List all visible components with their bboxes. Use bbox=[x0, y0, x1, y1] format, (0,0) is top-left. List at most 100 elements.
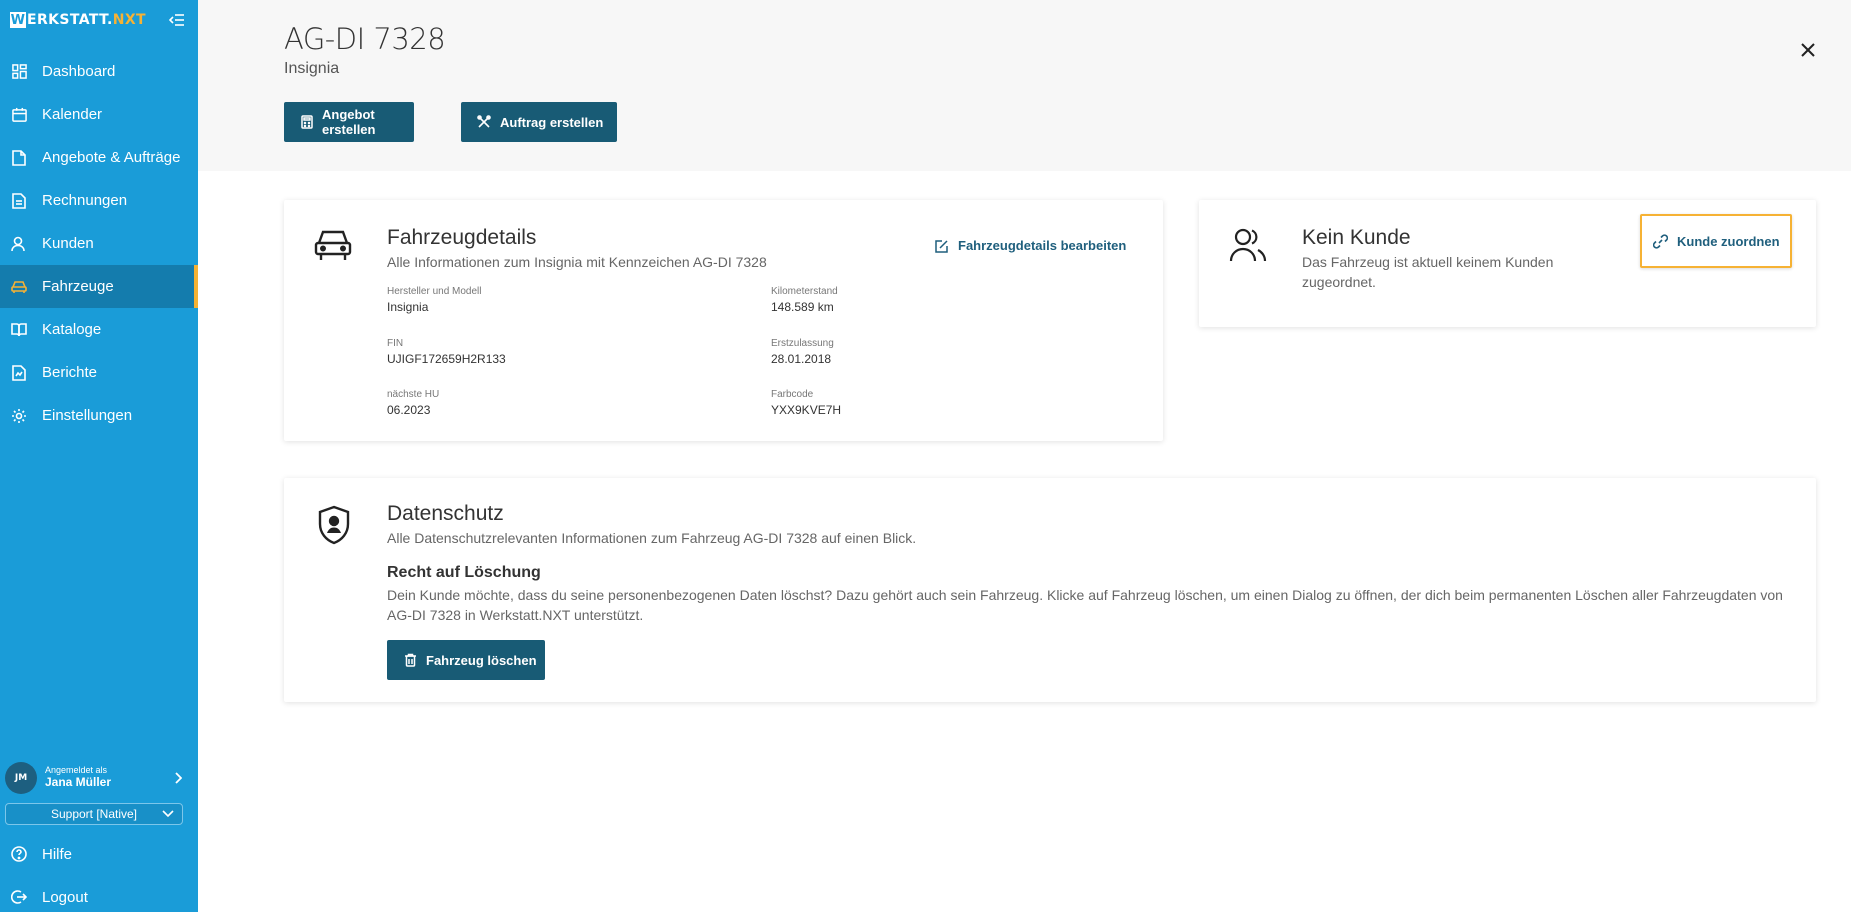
field-value: 06.2023 bbox=[387, 403, 431, 417]
chevron-right-icon bbox=[174, 769, 183, 788]
report-icon bbox=[11, 364, 27, 381]
create-order-label: Auftrag erstellen bbox=[500, 114, 604, 130]
sidebar-item-dashboard[interactable]: Dashboard bbox=[0, 50, 198, 93]
vehicle-details-card: Fahrzeugdetails Alle Informationen zum I… bbox=[284, 200, 1163, 441]
assign-customer-label: Kunde zuordnen bbox=[1677, 233, 1780, 249]
logo-row: W ERKSTATT. NXT bbox=[0, 0, 198, 40]
user-name: Jana Müller bbox=[45, 775, 112, 790]
sidebar-item-label: Berichte bbox=[42, 364, 98, 381]
create-offer-button[interactable]: Angebot erstellen bbox=[284, 102, 414, 142]
logo-w: W bbox=[10, 12, 26, 28]
sidebar-item-label: Fahrzeuge bbox=[42, 278, 114, 295]
dashboard-icon bbox=[11, 64, 27, 80]
sidebar-item-fahrzeuge[interactable]: Fahrzeuge bbox=[0, 265, 198, 308]
edit-vehicle-link[interactable]: Fahrzeugdetails bearbeiten bbox=[935, 238, 1126, 253]
customer-subtitle-line2: zugeordnet. bbox=[1302, 274, 1376, 290]
sidebar-item-label: Kalender bbox=[42, 106, 103, 123]
field-value: UJIGF172659H2R133 bbox=[387, 352, 506, 366]
privacy-card-subtitle: Alle Datenschutzrelevanten Informationen… bbox=[387, 530, 917, 546]
chevron-down-icon bbox=[162, 807, 174, 821]
sidebar-nav: Dashboard Kalender Angebote & Aufträge R… bbox=[0, 50, 198, 437]
calendar-icon bbox=[11, 107, 27, 123]
car-icon bbox=[11, 279, 27, 295]
privacy-card: Datenschutz Alle Datenschutzrelevanten I… bbox=[284, 478, 1816, 702]
user-icon bbox=[11, 236, 27, 252]
field-label: Erstzulassung bbox=[771, 338, 834, 349]
customer-subtitle-line1: Das Fahrzeug ist aktuell keinem Kunden bbox=[1302, 254, 1554, 270]
field-mileage: Kilometerstand 148.589 km bbox=[771, 286, 838, 314]
delete-vehicle-label: Fahrzeug löschen bbox=[426, 652, 537, 668]
app-logo: W ERKSTATT. NXT bbox=[10, 12, 146, 28]
sidebar-item-kataloge[interactable]: Kataloge bbox=[0, 308, 198, 351]
sidebar-item-label: Angebote & Aufträge bbox=[42, 149, 181, 166]
field-label: Farbcode bbox=[771, 389, 814, 400]
avatar: JM bbox=[5, 762, 37, 794]
document-icon bbox=[11, 149, 27, 166]
sidebar-item-berichte[interactable]: Berichte bbox=[0, 351, 198, 394]
field-vin: FIN UJIGF172659H2R133 bbox=[387, 338, 506, 366]
help-icon bbox=[11, 846, 27, 862]
logo-accent: NXT bbox=[112, 12, 146, 28]
field-first-registration: Erstzulassung 28.01.2018 bbox=[771, 338, 834, 366]
help-link[interactable]: Hilfe bbox=[0, 834, 198, 874]
page-header: AG-DI 7328 Insignia Angebot erstellen Au… bbox=[198, 0, 1851, 171]
user-info: Angemeldet als Jana Müller bbox=[45, 766, 111, 789]
invoice-icon bbox=[11, 192, 27, 209]
sidebar-item-kunden[interactable]: Kunden bbox=[0, 222, 198, 265]
logout-icon bbox=[11, 889, 27, 905]
create-order-button[interactable]: Auftrag erstellen bbox=[461, 102, 617, 142]
edit-icon bbox=[935, 239, 949, 253]
sidebar-item-label: Kataloge bbox=[42, 321, 102, 338]
customer-card-title: Kein Kunde bbox=[1302, 226, 1411, 249]
sidebar: W ERKSTATT. NXT Dashboard Kalender Angeb… bbox=[0, 0, 198, 912]
close-icon[interactable] bbox=[1798, 40, 1818, 60]
logout-link[interactable]: Logout bbox=[0, 877, 198, 912]
shield-user-icon bbox=[317, 505, 351, 549]
delete-vehicle-button[interactable]: Fahrzeug löschen bbox=[387, 640, 545, 680]
logout-label: Logout bbox=[42, 888, 88, 906]
collapse-sidebar-icon[interactable] bbox=[166, 9, 188, 31]
create-offer-label: Angebot erstellen bbox=[322, 107, 376, 137]
car-icon bbox=[314, 228, 352, 266]
field-manufacturer-model: Hersteller und Modell Insignia bbox=[387, 286, 482, 314]
privacy-section-text: Dein Kunde möchte, dass du seine persone… bbox=[387, 587, 1783, 623]
field-value: 148.589 km bbox=[771, 300, 834, 314]
field-value: 28.01.2018 bbox=[771, 352, 832, 366]
privacy-section-heading: Recht auf Löschung bbox=[387, 564, 541, 581]
support-select[interactable]: Support [Native] bbox=[5, 803, 183, 825]
edit-vehicle-label: Fahrzeugdetails bearbeiten bbox=[958, 238, 1127, 253]
field-label: nächste HU bbox=[387, 389, 440, 400]
vehicle-card-subtitle: Alle Informationen zum Insignia mit Kenn… bbox=[387, 254, 767, 270]
sidebar-item-rechnungen[interactable]: Rechnungen bbox=[0, 179, 198, 222]
vehicle-card-title: Fahrzeugdetails bbox=[387, 226, 537, 249]
field-value: Insignia bbox=[387, 300, 429, 314]
sidebar-item-label: Kunden bbox=[42, 235, 94, 252]
sidebar-item-label: Rechnungen bbox=[42, 192, 128, 209]
sidebar-item-label: Dashboard bbox=[42, 63, 116, 80]
page-title: AG-DI 7328 bbox=[284, 22, 446, 56]
link-icon bbox=[1653, 233, 1668, 249]
users-icon bbox=[1229, 226, 1267, 270]
field-label: Hersteller und Modell bbox=[387, 286, 482, 297]
trash-icon bbox=[404, 653, 417, 667]
field-value: YXX9KVE7H bbox=[771, 403, 842, 417]
user-menu[interactable]: JM Angemeldet als Jana Müller bbox=[0, 757, 198, 799]
sidebar-item-angebote[interactable]: Angebote & Aufträge bbox=[0, 136, 198, 179]
support-select-value: Support [Native] bbox=[50, 807, 138, 821]
gear-icon bbox=[11, 408, 27, 424]
customer-card-subtitle: Das Fahrzeug ist aktuell keinem Kunden z… bbox=[1302, 252, 1553, 292]
page-subtitle: Insignia bbox=[284, 60, 340, 77]
tools-icon bbox=[477, 115, 491, 129]
field-color-code: Farbcode YXX9KVE7H bbox=[771, 389, 841, 417]
customer-card: Kein Kunde Das Fahrzeug ist aktuell kein… bbox=[1199, 200, 1816, 327]
logo-text: ERKSTATT. bbox=[27, 12, 113, 28]
field-label: Kilometerstand bbox=[771, 286, 838, 297]
sidebar-item-kalender[interactable]: Kalender bbox=[0, 93, 198, 136]
calculator-icon bbox=[301, 115, 313, 129]
field-next-inspection: nächste HU 06.2023 bbox=[387, 389, 439, 417]
privacy-card-title: Datenschutz bbox=[387, 502, 504, 525]
field-label: FIN bbox=[387, 338, 404, 349]
sidebar-item-einstellungen[interactable]: Einstellungen bbox=[0, 394, 198, 437]
help-label: Hilfe bbox=[42, 845, 73, 863]
assign-customer-button[interactable]: Kunde zuordnen bbox=[1640, 214, 1792, 268]
